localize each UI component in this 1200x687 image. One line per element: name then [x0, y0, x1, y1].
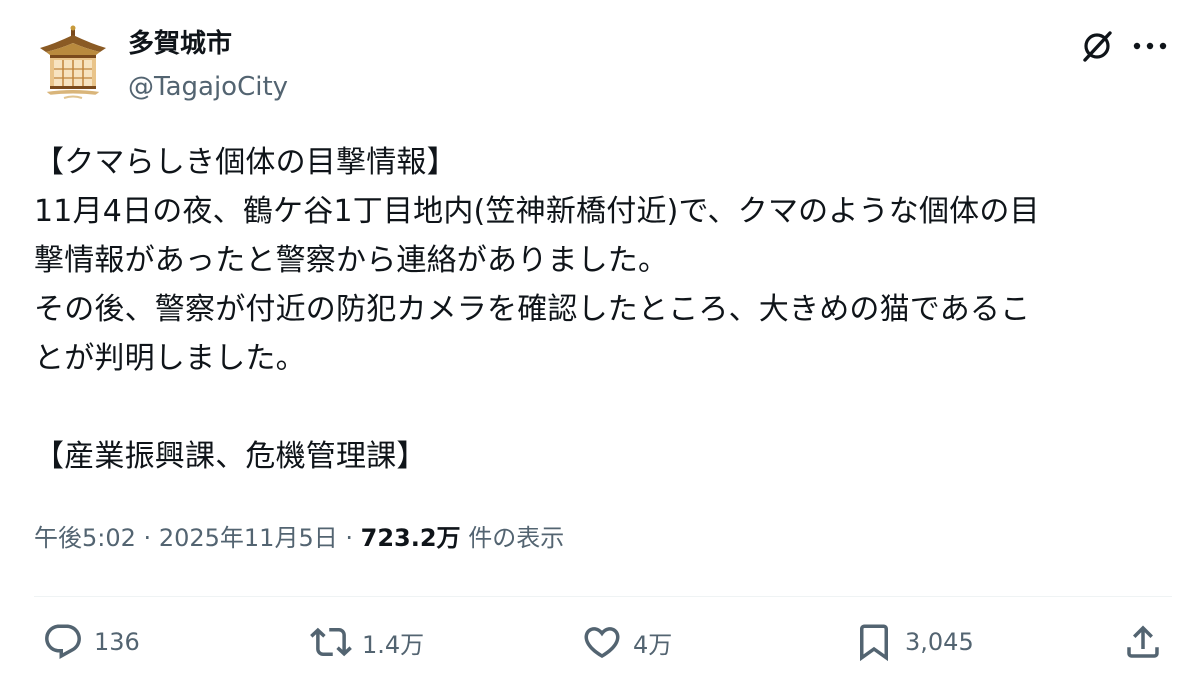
like-count: 4万 — [633, 630, 673, 659]
reply-button[interactable]: 136 — [42, 618, 140, 666]
repost-icon — [310, 627, 352, 657]
post-text-line: その後、警察が付近の防犯カメラを確認したところ、大きめの猫であるこ — [34, 292, 1031, 327]
bookmark-icon — [860, 624, 888, 662]
grok-button[interactable] — [1077, 26, 1117, 66]
bookmark-button[interactable]: 3,045 — [853, 618, 974, 666]
share-button[interactable] — [1122, 618, 1164, 666]
divider — [34, 596, 1172, 597]
avatar[interactable] — [34, 24, 112, 102]
post-text: 【クマらしき個体の目撃情報】 11月4日の夜、鶴ケ谷1丁目地内(笠神新橋付近)で… — [34, 138, 1174, 481]
post-text-line: とが判明しました。 — [34, 341, 306, 376]
post-time[interactable]: 午後5:02 — [34, 524, 136, 552]
post-text-line: 撃情報があったと警察から連絡がありました。 — [34, 243, 669, 278]
post-date[interactable]: 2025年11月5日 — [159, 524, 338, 552]
repost-count: 1.4万 — [362, 630, 425, 659]
pavilion-roof-icon — [40, 25, 106, 99]
views-count[interactable]: 723.2万 — [361, 524, 461, 552]
heart-icon — [584, 627, 620, 659]
post-card: 多賀城市 @TagajoCity 【クマらしき個体の目撃情報】 11月4日の夜、… — [0, 0, 1200, 687]
bookmark-count: 3,045 — [905, 628, 974, 656]
post-text-line: 【クマらしき個体の目撃情報】 — [34, 145, 457, 180]
post-text-line: 【産業振興課、危機管理課】 — [34, 439, 427, 474]
more-options-button[interactable] — [1128, 26, 1172, 66]
post-text-line: 11月4日の夜、鶴ケ谷1丁目地内(笠神新橋付近)で、クマのような個体の目 — [34, 194, 1040, 229]
grok-slash-icon — [1083, 31, 1112, 62]
meta-separator: · — [345, 524, 353, 552]
meta-separator: · — [143, 524, 152, 552]
more-dots-icon — [1133, 42, 1167, 50]
reply-icon — [45, 624, 81, 659]
repost-button[interactable]: 1.4万 — [310, 618, 424, 666]
reply-count: 136 — [94, 628, 140, 656]
author-name[interactable]: 多賀城市 — [128, 28, 232, 60]
post-meta: 午後5:02 · 2025年11月5日 · 723.2万 件の表示 — [34, 521, 564, 555]
views-label[interactable]: 件の表示 — [468, 524, 564, 552]
author-handle[interactable]: @TagajoCity — [128, 71, 288, 103]
share-icon — [1127, 625, 1159, 658]
like-button[interactable]: 4万 — [581, 618, 672, 666]
post-text-blank-line — [34, 383, 1174, 432]
